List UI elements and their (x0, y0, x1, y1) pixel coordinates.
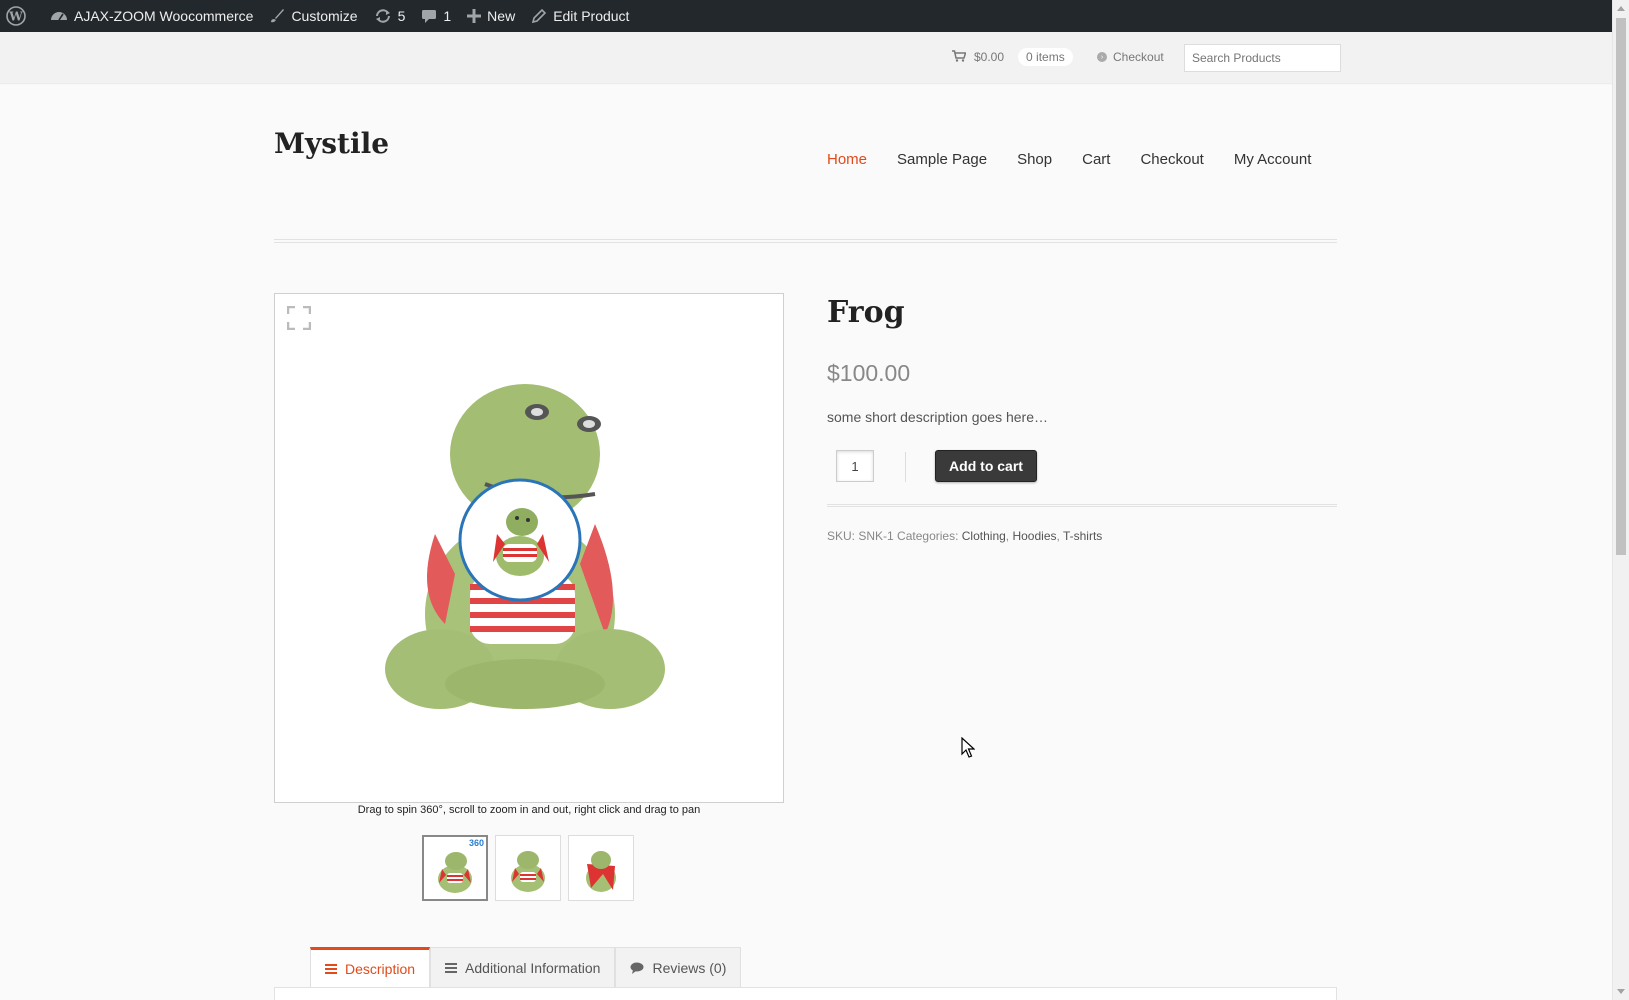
top-checkout-link[interactable]: › Checkout (1097, 50, 1164, 64)
site-title[interactable]: Mystile (274, 127, 389, 160)
checkout-arrow-icon: › (1097, 52, 1107, 62)
comment-icon (421, 8, 437, 24)
add-to-cart-button[interactable]: Add to cart (935, 450, 1037, 482)
product-thumbnails: 360 (422, 835, 641, 901)
top-utility-bar: $0.00 0 items › Checkout (0, 32, 1612, 84)
dashboard-icon (50, 8, 68, 24)
nav-home[interactable]: Home (827, 151, 867, 168)
cart-icon (952, 49, 967, 65)
admin-edit-product-link[interactable]: Edit Product (523, 0, 637, 32)
nav-cart[interactable]: Cart (1082, 151, 1110, 168)
tab-reviews-label: Reviews (0) (652, 959, 727, 976)
comment-icon (630, 962, 644, 974)
admin-new-label: New (487, 8, 516, 24)
admin-comments-count: 1 (443, 8, 452, 24)
top-checkout-label: Checkout (1113, 50, 1164, 64)
brush-icon (269, 8, 285, 24)
category-hoodies-link[interactable]: Hoodies (1012, 529, 1056, 543)
scroll-down-arrow-icon[interactable] (1617, 989, 1625, 994)
product-title: Frog (827, 295, 905, 330)
main-page: Mystile Home Sample Page Shop Cart Check… (0, 85, 1612, 1000)
scroll-up-arrow-icon[interactable] (1617, 6, 1625, 11)
tab-reviews[interactable]: Reviews (0) (615, 947, 742, 987)
admin-site-name-link[interactable]: AJAX-ZOOM Woocommerce (42, 0, 261, 32)
pencil-icon (531, 8, 547, 24)
quantity-input[interactable] (836, 450, 874, 482)
quantity-divider (905, 452, 906, 482)
thumbnail-2[interactable] (495, 835, 561, 901)
primary-navigation: Home Sample Page Shop Cart Checkout My A… (827, 151, 1341, 168)
thumbnail-frog-image (586, 851, 616, 892)
product-360-viewer[interactable] (274, 293, 784, 803)
product-price: $100.00 (827, 360, 911, 386)
mouse-cursor-icon (961, 736, 976, 764)
thumbnail-360[interactable]: 360 (422, 835, 488, 901)
admin-customize-label: Customize (291, 8, 358, 24)
list-icon (445, 962, 458, 974)
summary-divider (827, 504, 1337, 507)
tab-description-label: Description (345, 960, 416, 977)
sku-label: SKU: (827, 529, 856, 543)
plus-icon (467, 9, 482, 23)
admin-updates-count: 5 (397, 8, 406, 24)
nav-my-account[interactable]: My Account (1234, 151, 1312, 168)
product-meta: SKU: SNK-1 Categories: Clothing, Hoodies… (827, 529, 1103, 543)
frog-plush-image (385, 384, 665, 709)
tab-additional-information[interactable]: Additional Information (430, 947, 616, 987)
360-badge-icon: 360 (468, 838, 484, 848)
mini-cart-link[interactable]: $0.00 0 items (952, 48, 1073, 66)
nav-shop[interactable]: Shop (1017, 151, 1052, 168)
thumbnail-3[interactable] (568, 835, 634, 901)
viewer-instructions: Drag to spin 360°, scroll to zoom in and… (357, 804, 701, 816)
mini-cart-items: 0 items (1018, 48, 1073, 66)
page-scrollbar[interactable] (1612, 0, 1629, 1000)
admin-bar: W AJAX-ZOOM Woocommerce Customize 5 1 Ne… (0, 0, 1629, 32)
refresh-icon (374, 8, 392, 24)
tab-additional-information-label: Additional Information (465, 959, 601, 976)
scrollbar-thumb[interactable] (1616, 18, 1626, 555)
nav-sample-page[interactable]: Sample Page (897, 151, 987, 168)
header-divider (274, 239, 1337, 243)
product-tabs: Description Additional Information Revie… (310, 947, 742, 987)
mini-cart-amount: $0.00 (974, 50, 1005, 64)
tab-panel (274, 987, 1337, 1000)
admin-updates-link[interactable]: 5 (366, 0, 414, 32)
categories-label: Categories: (897, 529, 959, 543)
tab-description[interactable]: Description (310, 947, 431, 987)
category-clothing-link[interactable]: Clothing (962, 529, 1006, 543)
svg-text:W: W (8, 10, 23, 24)
admin-comments-link[interactable]: 1 (413, 0, 459, 32)
sku-value: SNK-1 (858, 529, 894, 543)
admin-customize-link[interactable]: Customize (261, 0, 365, 32)
admin-new-link[interactable]: New (459, 0, 523, 32)
category-tshirts-link[interactable]: T-shirts (1063, 529, 1102, 543)
product-short-description: some short description goes here… (827, 409, 1048, 425)
search-products-input[interactable] (1184, 44, 1341, 72)
nav-checkout[interactable]: Checkout (1140, 151, 1203, 168)
admin-edit-product-label: Edit Product (553, 8, 630, 24)
wordpress-logo-button[interactable]: W (0, 0, 42, 32)
wordpress-icon: W (6, 6, 26, 26)
list-icon (325, 963, 337, 975)
thumbnail-frog-image (511, 851, 545, 892)
admin-site-name-label: AJAX-ZOOM Woocommerce (74, 8, 254, 24)
